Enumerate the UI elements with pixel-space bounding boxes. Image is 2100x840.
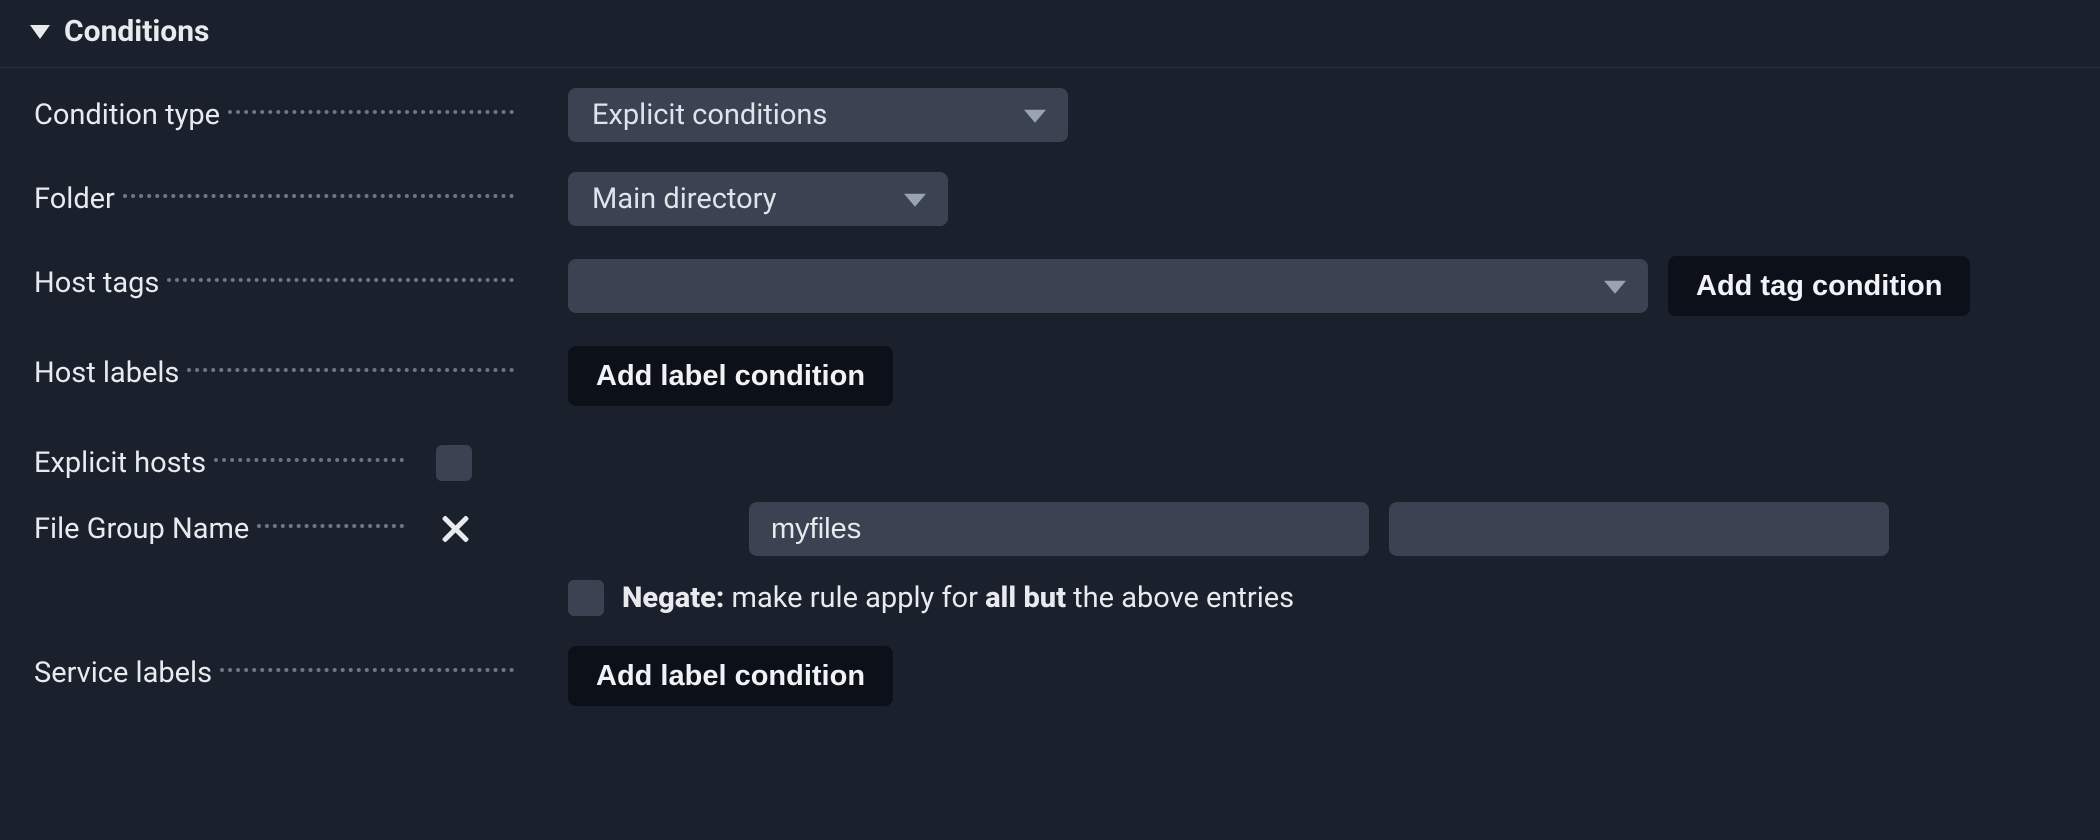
folder-value: Main directory — [592, 182, 776, 216]
negate-checkbox[interactable] — [568, 580, 604, 616]
condition-type-value: Explicit conditions — [592, 98, 827, 132]
label-col: Service labels — [34, 646, 514, 700]
file-group-name-input-2[interactable] — [1389, 502, 1889, 556]
control-col: Negate: make rule apply for all but the … — [568, 502, 2070, 616]
dots-filler — [214, 458, 404, 462]
dots-filler — [123, 194, 514, 198]
row-explicit-hosts: Explicit hosts — [34, 436, 2070, 490]
row-file-group-name: File Group Name Negate: make rule apply … — [34, 502, 2070, 616]
label-col: Explicit hosts — [34, 436, 404, 490]
negate-label: Negate: — [622, 581, 724, 615]
row-host-labels: Host labels Add label condition — [34, 346, 2070, 406]
row-folder: Folder Main directory — [34, 172, 2070, 226]
control-col: Add label condition — [568, 646, 2070, 706]
label-extra — [404, 502, 568, 556]
label-col: Folder — [34, 172, 514, 226]
close-icon[interactable] — [440, 514, 470, 544]
form-rows: Condition type Explicit conditions Folde… — [0, 68, 2100, 746]
label-extra — [514, 88, 568, 142]
control-col: Explicit conditions — [568, 88, 2070, 142]
add-tag-condition-button[interactable]: Add tag condition — [1668, 256, 1970, 316]
negate-line: Negate: make rule apply for all but the … — [568, 580, 2070, 616]
label-extra — [514, 646, 568, 700]
dots-filler — [187, 368, 514, 372]
label-extra — [514, 172, 568, 226]
row-condition-type: Condition type Explicit conditions — [34, 88, 2070, 142]
control-col: Add tag condition — [568, 256, 2070, 316]
negate-text-c: the above entries — [1066, 581, 1294, 615]
add-host-label-condition-button[interactable]: Add label condition — [568, 346, 893, 406]
label-col: Host labels — [34, 346, 514, 400]
dots-filler — [228, 110, 514, 114]
folder-select[interactable]: Main directory — [568, 172, 948, 226]
label-folder: Folder — [34, 182, 123, 216]
negate-text-b: all but — [985, 581, 1066, 615]
dots-filler — [257, 524, 404, 528]
conditions-panel: Conditions Condition type Explicit condi… — [0, 0, 2100, 746]
label-col: Condition type — [34, 88, 514, 142]
label-file-group-name: File Group Name — [34, 512, 257, 546]
condition-type-select[interactable]: Explicit conditions — [568, 88, 1068, 142]
add-service-label-condition-button[interactable]: Add label condition — [568, 646, 893, 706]
negate-text: Negate: make rule apply for all but the … — [622, 581, 1294, 615]
section-title: Conditions — [64, 14, 209, 49]
control-col: Main directory — [568, 172, 2070, 226]
file-group-name-input-1[interactable] — [749, 502, 1369, 556]
file-group-inputs — [749, 502, 1889, 556]
label-condition-type: Condition type — [34, 98, 228, 132]
label-service-labels: Service labels — [34, 656, 220, 690]
chevron-down-icon — [904, 194, 926, 207]
label-extra — [514, 256, 568, 310]
chevron-down-icon — [1024, 110, 1046, 123]
label-col: Host tags — [34, 256, 514, 310]
explicit-hosts-checkbox[interactable] — [436, 445, 472, 481]
collapse-triangle-icon — [30, 25, 50, 39]
dots-filler — [167, 278, 514, 282]
section-header[interactable]: Conditions — [0, 0, 2100, 68]
label-host-labels: Host labels — [34, 356, 187, 390]
label-col: File Group Name — [34, 502, 404, 556]
dots-filler — [220, 668, 514, 672]
row-service-labels: Service labels Add label condition — [34, 646, 2070, 706]
label-host-tags: Host tags — [34, 266, 167, 300]
host-tags-select[interactable] — [568, 259, 1648, 313]
chevron-down-icon — [1604, 281, 1626, 294]
control-col: Add label condition — [568, 346, 2070, 406]
label-explicit-hosts: Explicit hosts — [34, 446, 214, 480]
label-extra — [404, 436, 568, 490]
label-extra — [514, 346, 568, 400]
row-host-tags: Host tags Add tag condition — [34, 256, 2070, 316]
negate-text-a: make rule apply for — [724, 581, 985, 615]
